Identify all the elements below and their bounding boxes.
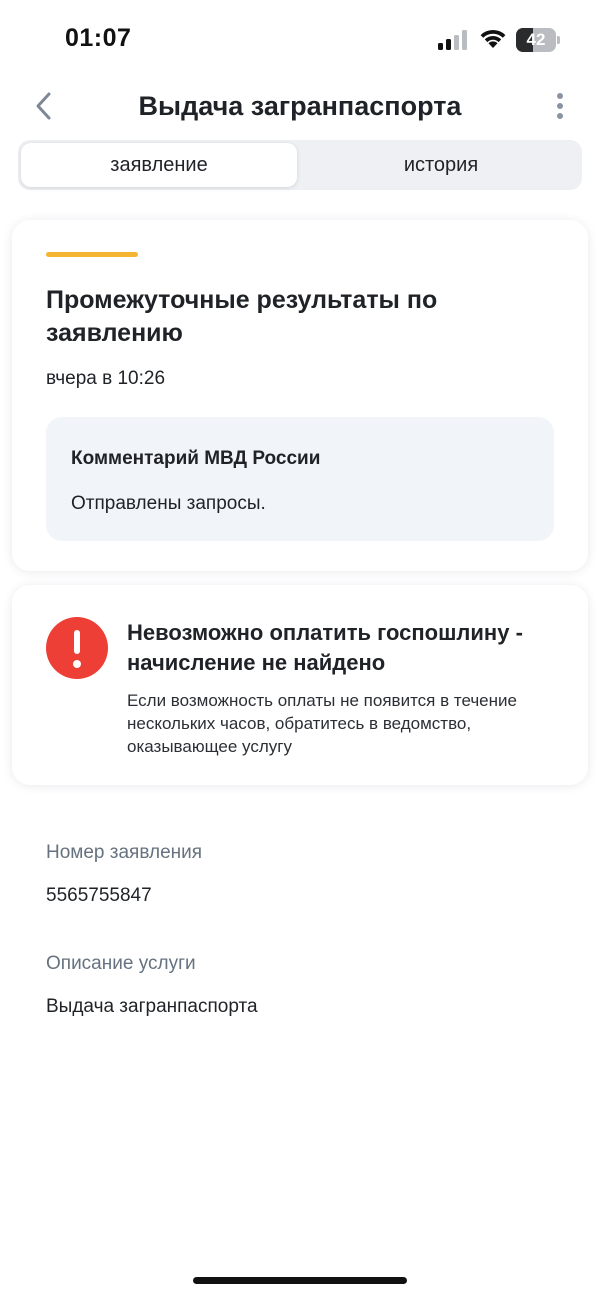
tab-history[interactable]: история — [303, 143, 579, 187]
comment-title: Комментарий МВД России — [71, 448, 321, 469]
tab-bar: заявление история — [18, 140, 582, 190]
result-card: Промежуточные результаты по заявлению вч… — [12, 220, 588, 571]
battery-icon: 42 — [516, 28, 560, 52]
back-button[interactable] — [26, 88, 60, 124]
battery-level: 42 — [526, 30, 546, 49]
chevron-left-icon — [36, 92, 51, 120]
payment-warning-card: Невозможно оплатить госпошлину - начисле… — [12, 585, 588, 785]
warning-title: Невозможно оплатить госпошлину - начисле… — [127, 620, 523, 675]
home-indicator[interactable] — [193, 1277, 407, 1284]
application-number-value: 5565755847 — [46, 885, 152, 906]
comment-box: Комментарий МВД России Отправлены запрос… — [46, 417, 554, 541]
exclamation-bar — [74, 630, 80, 654]
warning-text: Если возможность оплаты не появится в те… — [127, 691, 517, 756]
battery-tip — [557, 36, 560, 44]
status-bar: 01:07 42 — [0, 0, 600, 80]
result-title: Промежуточные результаты по заявлению — [46, 286, 438, 347]
comment-text: Отправлены запросы. — [71, 493, 266, 514]
wifi-icon — [480, 29, 506, 48]
service-description-value: Выдача загранпаспорта — [46, 996, 258, 1017]
cellular-signal-icon — [438, 30, 467, 50]
exclamation-icon — [46, 617, 108, 679]
result-date: вчера в 10:26 — [46, 368, 166, 389]
status-time: 01:07 — [65, 24, 132, 52]
accent-line — [46, 252, 138, 257]
more-dot — [557, 93, 563, 99]
exclamation-dot — [73, 660, 81, 668]
tab-application[interactable]: заявление — [21, 143, 297, 187]
application-number-label: Номер заявления — [46, 842, 203, 863]
page-title: Выдача загранпаспорта — [138, 91, 462, 121]
more-dot — [557, 113, 563, 119]
service-description-label: Описание услуги — [46, 953, 196, 974]
more-dot — [557, 103, 563, 109]
more-button[interactable] — [546, 88, 574, 124]
